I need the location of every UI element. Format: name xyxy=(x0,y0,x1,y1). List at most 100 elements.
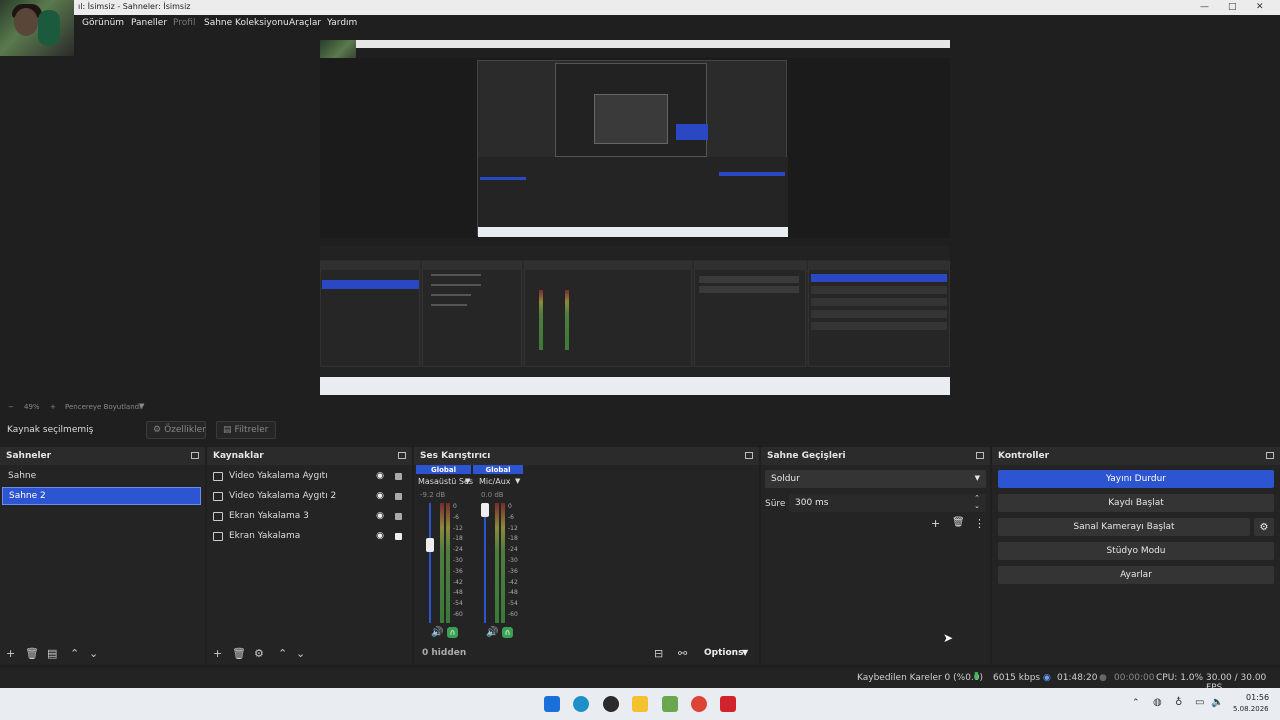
display-icon[interactable]: ▭ xyxy=(1195,697,1204,708)
duration-input[interactable]: 300 ms ⌃ ⌄ xyxy=(789,494,986,512)
lock-icon[interactable] xyxy=(395,492,402,500)
menu-docks[interactable]: Paneller xyxy=(131,18,167,28)
stream-icon: ◉ xyxy=(1043,673,1051,683)
arrow-up-icon[interactable]: ⌃ xyxy=(278,647,287,660)
eye-icon[interactable]: ◉ xyxy=(376,511,384,521)
obs-icon[interactable] xyxy=(603,696,619,712)
preview-canvas[interactable] xyxy=(320,40,950,395)
menu-help[interactable]: Yardım xyxy=(327,18,357,28)
chevron-down-icon[interactable]: ▼ xyxy=(139,402,144,410)
gear-icon[interactable]: ⚙ xyxy=(254,647,264,660)
filter-icon[interactable]: ▤ xyxy=(47,647,57,660)
menu-scene-collection[interactable]: Sahne Koleksiyonu xyxy=(204,18,289,28)
folder-icon[interactable] xyxy=(632,696,648,712)
arrow-up-icon[interactable]: ⌃ xyxy=(70,647,79,660)
source-item[interactable]: Video Yakalama Aygıtı ◉ xyxy=(213,467,404,485)
chevron-down-icon[interactable]: ▼ xyxy=(465,477,470,485)
arrow-down-icon[interactable]: ⌄ xyxy=(296,647,305,660)
volume-slider[interactable] xyxy=(426,538,434,552)
chrome-icon[interactable] xyxy=(691,696,707,712)
dock-icon[interactable] xyxy=(191,452,199,459)
dock-icon[interactable] xyxy=(745,452,753,459)
clock-date[interactable]: 5.08.2026 xyxy=(1233,705,1269,713)
source-item[interactable]: Video Yakalama Aygıtı 2 ◉ xyxy=(213,487,404,505)
monitor-icon xyxy=(213,511,223,521)
clock-time[interactable]: 01:56 xyxy=(1246,693,1269,702)
no-source-label: Kaynak seçilmemiş xyxy=(7,425,94,435)
lock-icon[interactable] xyxy=(395,532,402,540)
speaker-icon[interactable]: 🔊 xyxy=(431,627,443,638)
arrow-down-icon[interactable]: ⌄ xyxy=(89,647,98,660)
maximize-icon[interactable]: □ xyxy=(1228,2,1237,12)
add-icon[interactable]: + xyxy=(6,647,15,660)
zoom-out-icon[interactable]: − xyxy=(8,403,14,411)
menu-view[interactable]: Görünüm xyxy=(82,18,124,28)
trash-icon[interactable]: 🗑 xyxy=(952,517,965,528)
add-icon[interactable]: + xyxy=(213,647,222,660)
scene-item[interactable]: Sahne xyxy=(2,467,201,485)
chevron-down-icon[interactable]: ▼ xyxy=(515,477,520,485)
volume-icon[interactable]: 🔈 xyxy=(1211,697,1223,708)
start-recording-button[interactable]: Kaydı Başlat xyxy=(998,494,1274,512)
virtual-camera-button[interactable]: Sanal Kamerayı Başlat xyxy=(998,518,1250,536)
headphones-icon[interactable]: ∩ xyxy=(447,627,458,638)
duration-label: Süre xyxy=(765,499,786,509)
scenes-panel: Sahneler Sahne Sahne 2 + 🗑 ▤ ⌃ ⌄ xyxy=(0,447,205,665)
settings-button[interactable]: Ayarlar xyxy=(998,566,1274,584)
microphone-icon[interactable]: ♁ xyxy=(1175,697,1182,708)
source-item[interactable]: Ekran Yakalama ◉ xyxy=(213,527,404,545)
scene-item-selected[interactable]: Sahne 2 xyxy=(2,487,201,505)
speaker-icon[interactable]: 🔊 xyxy=(486,627,498,638)
lock-icon[interactable] xyxy=(395,512,402,520)
properties-button[interactable]: ⚙ Özellikler xyxy=(146,421,206,439)
nested-sources-panel xyxy=(422,261,522,367)
link-icon[interactable]: ⚯ xyxy=(678,647,687,660)
dock-icon[interactable] xyxy=(398,452,406,459)
edge-icon[interactable] xyxy=(573,696,589,712)
app-icon[interactable] xyxy=(662,696,678,712)
volume-slider[interactable] xyxy=(481,503,489,517)
status-bar: Kaybedilen Kareler 0 (%0.0) ▮ 6015 kbps … xyxy=(0,668,1280,693)
headphones-icon[interactable]: ∩ xyxy=(502,627,513,638)
close-icon[interactable]: ✕ xyxy=(1256,2,1264,12)
options-button[interactable]: Options xyxy=(704,648,743,658)
sources-footer: + 🗑 ⚙ ⌃ ⌄ xyxy=(207,643,412,665)
fit-window-label[interactable]: Pencereye Boyutlandır xyxy=(65,403,144,411)
dock-icon[interactable] xyxy=(976,452,984,459)
audio-meter xyxy=(501,503,505,623)
controls-header: Kontroller xyxy=(992,447,1280,465)
filters-button[interactable]: ▤ Filtreler xyxy=(216,421,276,439)
chevron-down-icon: ▼ xyxy=(974,474,980,482)
add-icon[interactable]: + xyxy=(931,517,940,530)
studio-mode-button[interactable]: Stüdyo Modu xyxy=(998,542,1274,560)
menu-tools[interactable]: Araçlar xyxy=(289,18,321,28)
channel-name-mic[interactable]: Mic/Aux xyxy=(479,477,511,486)
volume-track[interactable] xyxy=(429,503,431,623)
layout-icon[interactable]: ⊟ xyxy=(654,647,663,660)
network-icon[interactable]: ◍ xyxy=(1153,697,1162,708)
chevron-up-icon[interactable]: ⌃ xyxy=(1132,698,1140,708)
source-item[interactable]: Ekran Yakalama 3 ◉ xyxy=(213,507,404,525)
gear-icon[interactable]: ⚙ xyxy=(1254,518,1274,536)
eye-icon[interactable]: ◉ xyxy=(376,531,384,541)
stepper-icon[interactable]: ⌃ ⌄ xyxy=(974,494,980,510)
zoom-in-icon[interactable]: + xyxy=(50,403,56,411)
volume-track[interactable] xyxy=(484,503,486,623)
windows-start-icon[interactable] xyxy=(544,696,560,712)
scene-transitions-panel: Sahne Geçişleri Soldur ▼ Süre 300 ms ⌃ ⌄ … xyxy=(761,447,990,665)
recorder-icon[interactable] xyxy=(720,696,736,712)
minimize-icon[interactable]: — xyxy=(1200,2,1209,12)
dock-icon[interactable] xyxy=(1266,452,1274,459)
chevron-down-icon[interactable]: ▼ xyxy=(742,648,748,657)
lock-icon[interactable] xyxy=(395,472,402,480)
transition-select[interactable]: Soldur ▼ xyxy=(765,470,986,488)
eye-icon[interactable]: ◉ xyxy=(376,471,384,481)
more-icon[interactable]: ⋮ xyxy=(974,517,985,530)
stop-stream-button[interactable]: Yayını Durdur xyxy=(998,470,1274,488)
bitrate: 6015 kbps xyxy=(993,673,1041,683)
eye-icon[interactable]: ◉ xyxy=(376,491,384,501)
trash-icon[interactable]: 🗑 xyxy=(25,647,39,660)
camera-icon xyxy=(213,471,223,481)
menu-profile[interactable]: Profil xyxy=(173,18,195,28)
trash-icon[interactable]: 🗑 xyxy=(232,647,246,660)
